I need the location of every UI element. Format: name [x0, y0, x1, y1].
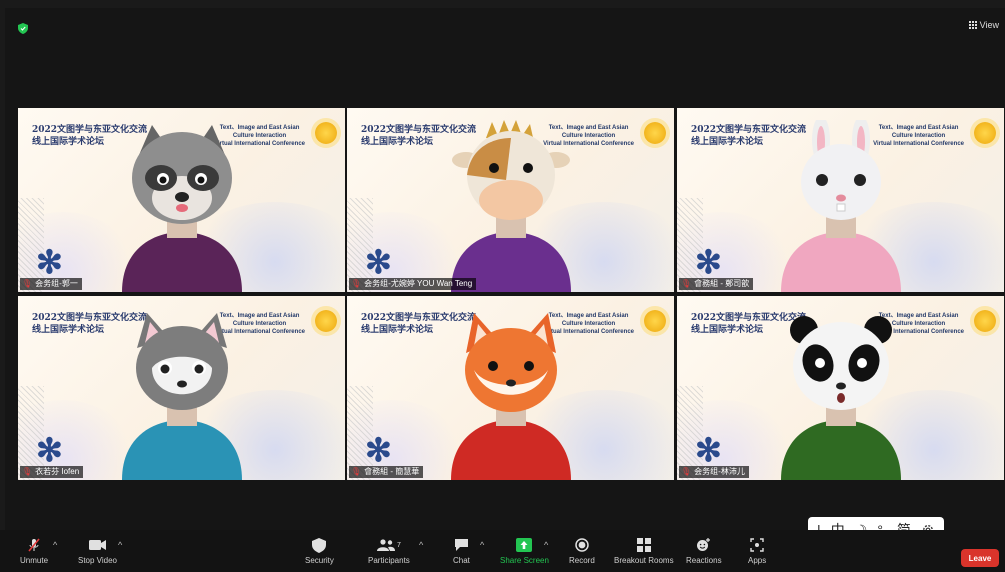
muted-microphone-icon: 🎙	[22, 279, 33, 288]
apps-button[interactable]: Apps	[748, 536, 766, 565]
share-options-chevron-icon[interactable]: ^	[544, 540, 548, 550]
muted-microphone-icon: 🎙	[681, 467, 692, 476]
view-label: View	[979, 20, 999, 30]
view-button[interactable]: View	[968, 20, 999, 30]
chat-options-chevron-icon[interactable]: ^	[480, 540, 484, 550]
breakout-rooms-label: Breakout Rooms	[614, 556, 674, 565]
muted-microphone-icon: 🎙	[351, 279, 362, 288]
asterisk-graphic: ✻	[36, 244, 63, 280]
security-button[interactable]: Security	[305, 536, 334, 565]
video-tile[interactable]: 2022文图学与东亚文化交流 线上国际学术论坛 Text、Image and E…	[18, 108, 345, 292]
participants-count: 7	[396, 541, 401, 549]
shield-icon	[312, 536, 327, 554]
video-tile[interactable]: 2022文图学与东亚文化交流 线上国际学术论坛 Text、Image and E…	[347, 108, 674, 292]
apps-icon	[750, 536, 764, 554]
stop-video-label: Stop Video	[78, 556, 117, 565]
sun-graphic	[974, 310, 996, 332]
participant-name-tag: 🎙 会务组-郭一	[20, 278, 82, 290]
rabbit-avatar	[766, 116, 916, 292]
share-screen-label: Share Screen	[500, 556, 549, 565]
participant-name: 会务组-郭一	[35, 279, 78, 288]
smiley-plus-icon	[696, 536, 711, 554]
participant-name-tag: 🎙 会务组-尤婉婷 YOU Wan Teng	[349, 278, 477, 290]
asterisk-graphic: ✻	[695, 432, 722, 468]
muted-microphone-icon: 🎙	[22, 467, 33, 476]
video-tile[interactable]: 2022文图学与东亚文化交流 线上国际学术论坛 Text、Image and E…	[677, 296, 1004, 480]
asterisk-graphic: ✻	[365, 432, 392, 468]
chat-bubble-icon	[454, 536, 469, 554]
breakout-rooms-icon	[636, 536, 651, 554]
participant-name: 會務組 - 鄭司歆	[694, 279, 750, 288]
record-button[interactable]: Record	[569, 536, 595, 565]
audio-options-chevron-icon[interactable]: ^	[53, 540, 57, 550]
sun-graphic	[644, 122, 666, 144]
apps-label: Apps	[748, 556, 767, 565]
participant-name: 會務組 - 簡慧華	[364, 467, 420, 476]
panda-avatar	[766, 308, 916, 480]
husky-avatar	[107, 308, 257, 480]
asterisk-graphic: ✻	[365, 244, 392, 280]
sun-graphic	[315, 310, 337, 332]
sun-graphic	[315, 122, 337, 144]
participant-name-tag: 🎙 衣若芬 Iofen	[20, 466, 84, 478]
record-label: Record	[569, 556, 595, 565]
participant-name-tag: 🎙 會務組 - 簡慧華	[349, 466, 424, 478]
participant-name: 衣若芬 Iofen	[35, 467, 80, 476]
unmute-button[interactable]: Unmute	[20, 536, 48, 565]
participants-label: Participants	[368, 556, 410, 565]
muted-microphone-icon	[26, 536, 42, 554]
raccoon-avatar	[107, 120, 257, 292]
security-label: Security	[305, 556, 334, 565]
muted-microphone-icon: 🎙	[351, 467, 362, 476]
participant-name-tag: 🎙 会务组-林沛儿	[679, 466, 749, 478]
video-tile[interactable]: 2022文图学与东亚文化交流 线上国际学术论坛 Text、Image and E…	[677, 108, 1004, 292]
reactions-button[interactable]: Reactions	[686, 536, 722, 565]
leave-button[interactable]: Leave	[961, 549, 999, 567]
unmute-label: Unmute	[20, 556, 49, 565]
breakout-rooms-button[interactable]: Breakout Rooms	[614, 536, 674, 565]
meeting-toolbar: Unmute ^ Stop Video ^ Security 7 Partici…	[0, 530, 1005, 572]
fox-avatar	[436, 308, 586, 480]
muted-microphone-icon: 🎙	[681, 279, 692, 288]
participant-name: 会务组-尤婉婷 YOU Wan Teng	[364, 279, 473, 288]
grid-view-icon	[968, 21, 977, 29]
video-camera-icon	[88, 536, 107, 554]
video-tile[interactable]: 2022文图学与东亚文化交流 线上国际学术论坛 Text、Image and E…	[18, 296, 345, 480]
share-screen-button[interactable]: Share Screen	[500, 536, 549, 565]
cow-avatar	[436, 120, 586, 292]
participants-button[interactable]: 7 Participants	[368, 536, 410, 565]
video-tile[interactable]: 2022文图学与东亚文化交流 线上国际学术论坛 Text、Image and E…	[347, 296, 674, 480]
participants-options-chevron-icon[interactable]: ^	[419, 540, 423, 550]
video-options-chevron-icon[interactable]: ^	[118, 540, 122, 550]
encryption-shield-icon[interactable]	[18, 23, 28, 34]
participants-icon: 7	[376, 536, 401, 554]
chat-label: Chat	[453, 556, 470, 565]
record-icon	[575, 536, 589, 554]
share-screen-icon	[516, 536, 533, 554]
asterisk-graphic: ✻	[695, 244, 722, 280]
participant-name-tag: 🎙 會務組 - 鄭司歆	[679, 278, 754, 290]
chat-button[interactable]: Chat	[453, 536, 470, 565]
sun-graphic	[974, 122, 996, 144]
asterisk-graphic: ✻	[36, 432, 63, 468]
sun-graphic	[644, 310, 666, 332]
stop-video-button[interactable]: Stop Video	[78, 536, 117, 565]
participant-name: 会务组-林沛儿	[694, 467, 745, 476]
reactions-label: Reactions	[686, 556, 722, 565]
